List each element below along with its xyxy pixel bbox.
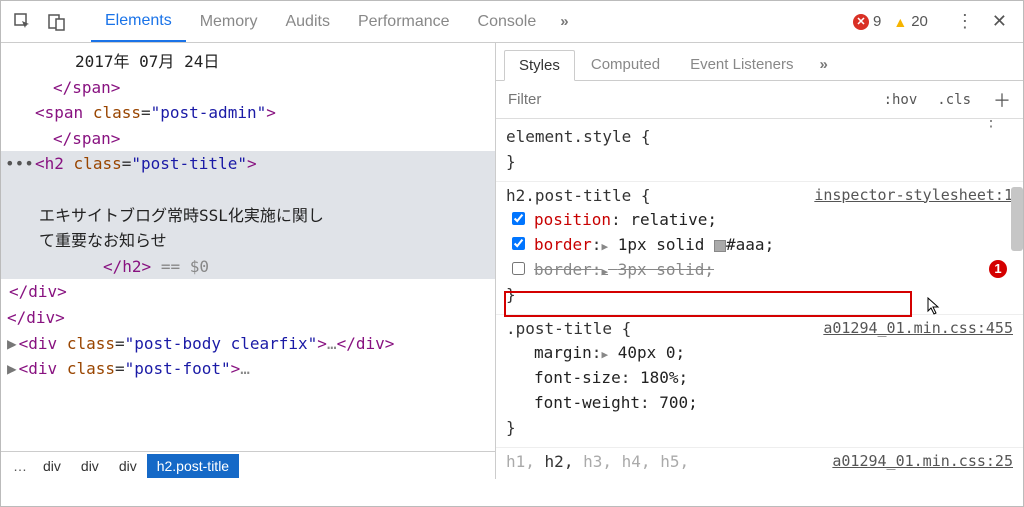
scrollbar-thumb[interactable] xyxy=(1011,187,1023,251)
error-warning-counts[interactable]: ✕ 9 ▲ 20 xyxy=(853,13,936,30)
styles-panel: Styles Computed Event Listeners » :hov .… xyxy=(496,43,1023,479)
elements-panel: 2017年 07月 24日 </span> <span class="post-… xyxy=(1,43,496,479)
subtab-event-listeners[interactable]: Event Listeners xyxy=(676,50,807,79)
subtab-computed[interactable]: Computed xyxy=(577,50,674,79)
expand-twisty-icon[interactable]: ▶ xyxy=(7,331,17,357)
breadcrumb-overflow[interactable]: … xyxy=(7,458,33,474)
source-link[interactable]: a01294_01.min.css:455 xyxy=(823,317,1013,342)
rule-kebab-icon[interactable]: ⋮ xyxy=(983,119,999,134)
subtabs-overflow-icon[interactable]: » xyxy=(809,56,837,73)
dom-tree[interactable]: 2017年 07月 24日 </span> <span class="post-… xyxy=(1,43,495,451)
breadcrumb: … div div div h2.post-title xyxy=(1,451,495,479)
css-property[interactable]: font-weight: 700; xyxy=(506,391,1013,416)
rule-h2-post-title[interactable]: h2.post-title { inspector-stylesheet:1 p… xyxy=(496,182,1023,315)
cursor-pointer-icon xyxy=(927,297,941,320)
expand-twisty-icon[interactable]: ▶ xyxy=(7,356,17,382)
breadcrumb-item[interactable]: div xyxy=(71,454,109,478)
styles-subtabs: Styles Computed Event Listeners » xyxy=(496,43,1023,81)
tab-audits[interactable]: Audits xyxy=(271,3,343,41)
cls-toggle[interactable]: .cls xyxy=(927,92,981,108)
css-property[interactable]: margin:▶ 40px 0; xyxy=(506,341,1013,366)
source-link[interactable]: a01294_01.min.css:25 xyxy=(832,450,1013,475)
rule-post-title[interactable]: .post-title { a01294_01.min.css:455 marg… xyxy=(496,315,1023,448)
tab-memory[interactable]: Memory xyxy=(186,3,272,41)
property-toggle-checkbox[interactable] xyxy=(512,237,525,250)
error-icon: ✕ xyxy=(853,14,869,30)
error-count: 9 xyxy=(873,13,881,30)
tab-console[interactable]: Console xyxy=(464,3,551,41)
rule-element-style[interactable]: element.style { } xyxy=(496,123,1023,182)
styles-filter-input[interactable] xyxy=(496,91,874,108)
breadcrumb-item-selected[interactable]: h2.post-title xyxy=(147,454,239,478)
css-property[interactable]: border:▶ 1px solid #aaa; xyxy=(506,233,1013,258)
settings-kebab-icon[interactable]: ⋮ xyxy=(946,11,984,32)
styles-filter-row: :hov .cls ＋ xyxy=(496,81,1023,119)
rule-headings[interactable]: h1, h2, h3, h4, h5, a01294_01.min.css:25 xyxy=(496,448,1023,479)
property-toggle-checkbox[interactable] xyxy=(512,262,525,275)
css-property-overridden[interactable]: border:▶ 3px solid; 1 xyxy=(506,258,1013,283)
text-node[interactable]: 2017年 07月 24日 xyxy=(75,52,219,71)
tabs-overflow-icon[interactable]: » xyxy=(550,13,578,30)
breadcrumb-item[interactable]: div xyxy=(33,454,71,478)
css-property[interactable]: position: relative; xyxy=(506,208,1013,233)
css-property[interactable]: font-size: 180%; xyxy=(506,366,1013,391)
source-link[interactable]: inspector-stylesheet:1 xyxy=(814,184,1013,209)
warning-count: 20 xyxy=(911,13,928,30)
tab-performance[interactable]: Performance xyxy=(344,3,464,41)
subtab-styles[interactable]: Styles xyxy=(504,50,575,81)
style-rules: element.style { } h2.post-title { inspec… xyxy=(496,119,1023,479)
warning-icon: ▲ xyxy=(893,14,907,30)
close-devtools-icon[interactable]: ✕ xyxy=(984,11,1015,32)
annotation-badge-1: 1 xyxy=(989,260,1007,278)
devtools-topbar: Elements Memory Audits Performance Conso… xyxy=(1,1,1023,43)
breadcrumb-item[interactable]: div xyxy=(109,454,147,478)
property-toggle-checkbox[interactable] xyxy=(512,212,525,225)
device-toolbar-icon[interactable] xyxy=(43,8,71,36)
row-actions-icon[interactable]: ••• xyxy=(5,151,34,177)
new-style-rule-icon[interactable]: ＋ xyxy=(981,87,1023,113)
inspect-element-icon[interactable] xyxy=(9,8,37,36)
tab-elements[interactable]: Elements xyxy=(91,2,186,42)
color-swatch[interactable] xyxy=(714,240,726,252)
selected-dom-node[interactable]: ••• <h2 class="post-title"> エキサイトブログ常時SS… xyxy=(1,151,495,279)
main-tabs: Elements Memory Audits Performance Conso… xyxy=(91,2,853,42)
hov-toggle[interactable]: :hov xyxy=(874,92,928,108)
